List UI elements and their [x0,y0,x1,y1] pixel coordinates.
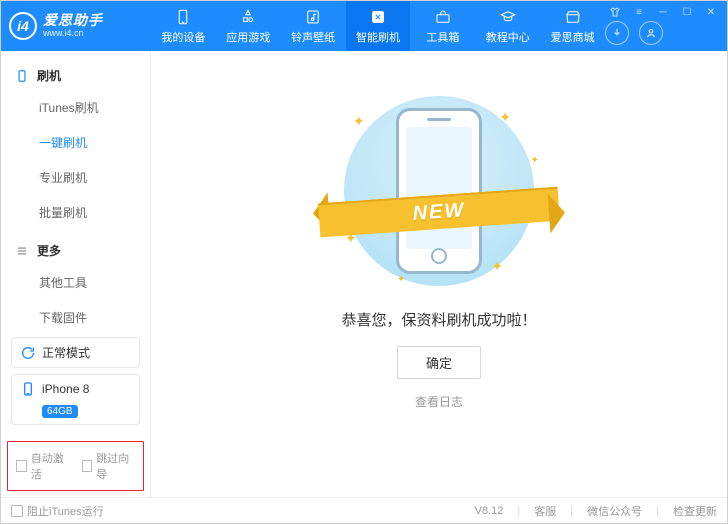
menu-button[interactable]: ≡ [629,5,649,19]
brand-title: 爱思助手 [43,13,103,28]
nav-label: 工具箱 [426,29,459,45]
success-illustration: ✦ ✦ ✦ ✦ ✦ ✦ NEW [339,91,539,291]
nav-label: 爱思商城 [551,29,595,45]
brand-url: www.i4.cn [43,29,103,39]
app-body: 刷机 iTunes刷机 一键刷机 专业刷机 批量刷机 更多 其他工具 下载固件 … [1,51,727,497]
apps-icon [239,8,257,26]
ribbon-text: NEW [318,187,560,238]
sidebar-bottom: 正常模式 iPhone 8 64GB [1,325,150,435]
checkbox-block-itunes[interactable]: 阻止iTunes运行 [11,503,104,519]
header-actions [605,21,727,51]
nav-my-device[interactable]: 我的设备 [151,1,216,51]
nav-smart-flash[interactable]: 智能刷机 [346,1,411,51]
sparkle-icon: ✦ [499,109,511,126]
check-update-link[interactable]: 检查更新 [673,503,717,519]
app-header: i4 爱思助手 www.i4.cn 我的设备 应用游戏 铃声壁纸 智能刷机 [1,1,727,51]
sidebar-item-batch-flash[interactable]: 批量刷机 [1,195,150,230]
checkbox-label: 自动激活 [31,450,70,482]
new-ribbon: NEW [319,187,559,237]
minimize-button[interactable]: ─ [653,5,673,19]
nav-tutorials[interactable]: 教程中心 [475,1,540,51]
storage-badge: 64GB [42,405,78,418]
skin-button[interactable] [605,5,625,19]
store-icon [564,8,582,26]
device-small-icon [20,381,36,397]
top-nav: 我的设备 应用游戏 铃声壁纸 智能刷机 工具箱 教程中心 [151,1,605,51]
refresh-icon [20,345,36,361]
sidebar-item-download-firmware[interactable]: 下载固件 [1,300,150,325]
divider: | [570,505,573,517]
nav-toolbox[interactable]: 工具箱 [410,1,475,51]
main-panel: ✦ ✦ ✦ ✦ ✦ ✦ NEW 恭喜您，保资料刷机成功啦！ 确定 查看日志 [151,51,727,497]
divider: | [517,505,520,517]
brand-logo-icon: i4 [9,12,37,40]
checkbox-auto-activate[interactable]: 自动激活 [16,450,70,482]
music-icon [304,8,322,26]
app-window: i4 爱思助手 www.i4.cn 我的设备 应用游戏 铃声壁纸 智能刷机 [0,0,728,524]
nav-label: 教程中心 [486,29,530,45]
status-bar-right: V8.12 | 客服 | 微信公众号 | 检查更新 [475,503,717,519]
success-message: 恭喜您，保资料刷机成功啦！ [341,309,536,330]
flash-options-highlight: 自动激活 跳过向导 [7,441,144,491]
sparkle-icon: ✦ [397,274,405,285]
version-label: V8.12 [475,505,504,517]
mode-label: 正常模式 [42,344,90,361]
brand: i4 爱思助手 www.i4.cn [1,1,151,51]
checkbox-box-icon [82,460,93,472]
nav-label: 应用游戏 [226,29,270,45]
support-link[interactable]: 客服 [534,503,556,519]
sparkle-icon: ✦ [491,258,503,275]
phone-outline-icon [15,69,29,83]
divider: | [656,505,659,517]
list-icon [15,244,29,258]
sidebar-item-itunes-flash[interactable]: iTunes刷机 [1,90,150,125]
window-controls: ≡ ─ ☐ ✕ [605,1,727,19]
toolbox-icon [434,8,452,26]
maximize-button[interactable]: ☐ [677,5,697,19]
sparkle-icon: ✦ [531,155,539,166]
sidebar-list: 刷机 iTunes刷机 一键刷机 专业刷机 批量刷机 更多 其他工具 下载固件 … [1,51,150,325]
nav-ringtone-wallpaper[interactable]: 铃声壁纸 [281,1,346,51]
sparkle-icon: ✦ [353,113,365,130]
checkbox-box-icon [16,460,27,472]
download-button[interactable] [605,21,629,45]
status-bar: 阻止iTunes运行 V8.12 | 客服 | 微信公众号 | 检查更新 [1,497,727,523]
confirm-button[interactable]: 确定 [397,346,481,379]
nav-apps-games[interactable]: 应用游戏 [216,1,281,51]
nav-label: 铃声壁纸 [291,29,335,45]
device-icon [174,8,192,26]
sidebar-item-other-tools[interactable]: 其他工具 [1,265,150,300]
close-button[interactable]: ✕ [701,5,721,19]
sidebar-item-pro-flash[interactable]: 专业刷机 [1,160,150,195]
sidebar-group-more[interactable]: 更多 [1,236,150,265]
nav-label: 我的设备 [161,29,205,45]
sidebar-group-label: 刷机 [37,67,61,84]
device-name: iPhone 8 [42,382,89,396]
checkbox-label: 阻止iTunes运行 [27,503,104,519]
tutorial-icon [499,8,517,26]
sidebar-item-onekey-flash[interactable]: 一键刷机 [1,125,150,160]
nav-store[interactable]: 爱思商城 [540,1,605,51]
checkbox-box-icon [11,505,23,517]
brand-text: 爱思助手 www.i4.cn [43,13,103,38]
nav-label: 智能刷机 [356,29,400,45]
sidebar: 刷机 iTunes刷机 一键刷机 专业刷机 批量刷机 更多 其他工具 下载固件 … [1,51,151,497]
sidebar-group-label: 更多 [37,242,61,259]
view-log-link[interactable]: 查看日志 [415,393,463,410]
checkbox-skip-guide[interactable]: 跳过向导 [82,450,136,482]
sidebar-group-flash[interactable]: 刷机 [1,61,150,90]
mode-card[interactable]: 正常模式 [11,337,140,368]
checkbox-label: 跳过向导 [96,450,135,482]
account-button[interactable] [639,21,663,45]
device-card[interactable]: iPhone 8 64GB [11,374,140,425]
wechat-link[interactable]: 微信公众号 [587,503,642,519]
flash-icon [369,8,387,26]
